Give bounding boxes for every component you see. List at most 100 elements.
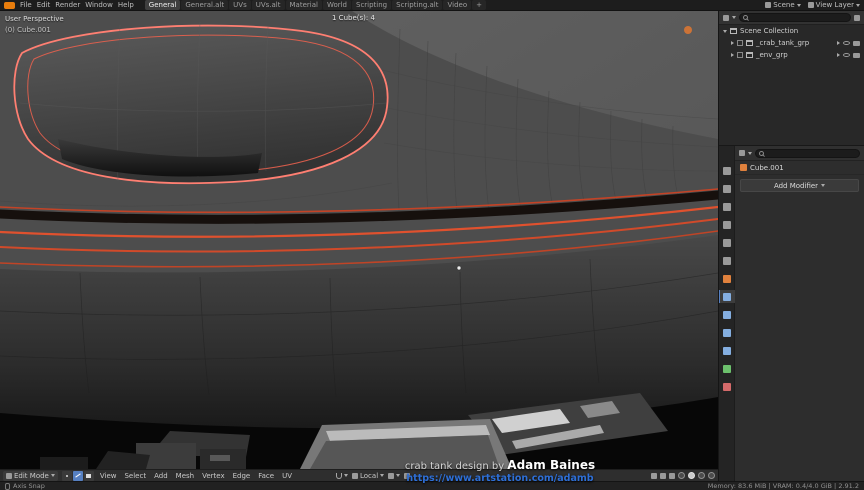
vertex-select-button[interactable] — [61, 470, 72, 481]
outliner-row-scene-collection[interactable]: Scene Collection — [719, 25, 864, 37]
tab-uvs[interactable]: UVs — [229, 0, 251, 10]
menu-help[interactable]: Help — [118, 1, 134, 9]
chevron-down-icon — [732, 16, 736, 19]
checkbox-icon[interactable] — [737, 40, 743, 46]
tab-material[interactable]: Material — [285, 0, 322, 10]
view-layer-selector[interactable]: View Layer — [807, 1, 860, 9]
selectable-icon[interactable] — [837, 41, 840, 45]
add-workspace-button[interactable]: + — [472, 0, 486, 10]
mode-selector[interactable]: Edit Mode — [3, 470, 58, 481]
edge-icon — [75, 473, 81, 478]
tab-material[interactable] — [719, 380, 735, 393]
tab-physics[interactable] — [719, 326, 735, 339]
properties-search-input[interactable] — [766, 149, 856, 157]
xray-toggle-icon[interactable] — [669, 472, 675, 479]
status-stats: Memory: 83.6 MiB | VRAM: 0.4/4.0 GiB | 2… — [707, 482, 859, 490]
disable-in-renders-icon[interactable] — [853, 40, 860, 46]
tab-particles[interactable] — [719, 308, 735, 321]
object-icon — [722, 274, 731, 283]
tab-object-data[interactable] — [719, 362, 735, 375]
snapping-control[interactable] — [336, 472, 348, 479]
menu-window[interactable]: Window — [85, 1, 113, 9]
shading-solid-icon[interactable] — [688, 472, 695, 479]
edge-select-button[interactable] — [72, 470, 83, 481]
menu-view[interactable]: View — [98, 472, 119, 480]
tab-scene[interactable] — [719, 236, 735, 249]
menu-mesh[interactable]: Mesh — [174, 472, 196, 480]
pivot-point-selector[interactable] — [388, 472, 401, 479]
shading-wireframe-icon[interactable] — [678, 472, 685, 479]
viewport-info-overlay: User Perspective (0) Cube.001 — [5, 14, 64, 35]
top-menu-bar: File Edit Render Window Help General Gen… — [0, 0, 864, 11]
scene-selector[interactable]: Scene — [765, 1, 801, 9]
tab-render[interactable] — [719, 182, 735, 195]
disable-in-renders-icon[interactable] — [853, 52, 860, 58]
overlays-icon[interactable] — [660, 472, 666, 479]
viewport-header: Edit Mode View Select Add Mesh Vertex Ed… — [0, 469, 718, 481]
expand-icon[interactable] — [731, 53, 734, 57]
menu-edit[interactable]: Edit — [37, 1, 51, 9]
chevron-down-icon — [856, 3, 860, 7]
outliner-row-env-grp[interactable]: _env_grp — [719, 49, 864, 61]
menu-select[interactable]: Select — [122, 472, 148, 480]
outliner-search-field[interactable] — [739, 13, 851, 22]
menu-edge[interactable]: Edge — [231, 472, 253, 480]
shading-rendered-icon[interactable] — [708, 472, 715, 479]
tab-world[interactable]: World — [322, 0, 351, 10]
transform-orientation-selector[interactable]: Local — [352, 472, 385, 480]
proportional-edit-icon[interactable] — [404, 472, 411, 479]
expand-icon[interactable] — [731, 41, 734, 45]
collection-name: _crab_tank_grp — [756, 39, 810, 47]
show-gizmo-icon[interactable] — [651, 472, 657, 479]
status-bar: Axis Snap Memory: 83.6 MiB | VRAM: 0.4/4… — [0, 481, 864, 490]
properties-main: Cube.001 Add Modifier — [735, 146, 864, 481]
tab-constraints[interactable] — [719, 344, 735, 357]
perspective-label: User Perspective — [5, 15, 64, 23]
shading-material-icon[interactable] — [698, 472, 705, 479]
checkbox-icon[interactable] — [737, 52, 743, 58]
tab-general-alt[interactable]: General.alt — [181, 0, 229, 10]
add-modifier-button[interactable]: Add Modifier — [740, 179, 859, 192]
tab-modifiers[interactable] — [718, 290, 735, 303]
chevron-down-icon — [380, 474, 385, 477]
3d-viewport[interactable]: User Perspective (0) Cube.001 1 Cube(s):… — [0, 11, 718, 481]
outliner-row-crab-tank-grp[interactable]: _crab_tank_grp — [719, 37, 864, 49]
hide-in-viewport-icon[interactable] — [843, 41, 850, 45]
menu-render[interactable]: Render — [55, 1, 80, 9]
menu-file[interactable]: File — [20, 1, 32, 9]
properties-editor-icon[interactable] — [739, 150, 745, 156]
blender-logo-icon[interactable] — [4, 1, 15, 9]
tab-tool[interactable] — [719, 164, 735, 177]
orientation-icon — [352, 472, 358, 479]
physics-icon — [722, 328, 731, 337]
gizmo-axis-handle[interactable] — [684, 26, 692, 34]
collection-icon — [730, 28, 737, 34]
tool-icon — [722, 166, 731, 175]
face-select-button[interactable] — [83, 470, 94, 481]
tab-uvs-alt[interactable]: UVs.alt — [251, 0, 285, 10]
tab-scripting-alt[interactable]: Scripting.alt — [392, 0, 443, 10]
mesh-data-icon — [722, 364, 731, 373]
hide-in-viewport-icon[interactable] — [843, 53, 850, 57]
breadcrumb-object-name: Cube.001 — [750, 163, 784, 172]
properties-search-field[interactable] — [755, 148, 860, 158]
tab-output[interactable] — [719, 200, 735, 213]
chevron-down-icon — [50, 474, 55, 477]
tab-general[interactable]: General — [144, 0, 181, 10]
tab-world[interactable] — [719, 254, 735, 267]
menu-uv[interactable]: UV — [280, 472, 294, 480]
menu-add[interactable]: Add — [152, 472, 170, 480]
viewport-canvas[interactable] — [0, 11, 718, 469]
selectable-icon[interactable] — [837, 53, 840, 57]
filter-icon[interactable] — [854, 14, 860, 21]
tab-view-layer[interactable] — [719, 218, 735, 231]
tab-object[interactable] — [719, 272, 735, 285]
expand-icon[interactable] — [723, 29, 727, 33]
tab-video[interactable]: Video — [443, 0, 472, 10]
particles-icon — [722, 310, 731, 319]
tab-scripting[interactable]: Scripting — [352, 0, 392, 10]
outliner-editor-icon[interactable] — [723, 14, 729, 21]
menu-face[interactable]: Face — [256, 472, 276, 480]
scene-name: Scene — [773, 1, 795, 9]
menu-vertex[interactable]: Vertex — [200, 472, 227, 480]
